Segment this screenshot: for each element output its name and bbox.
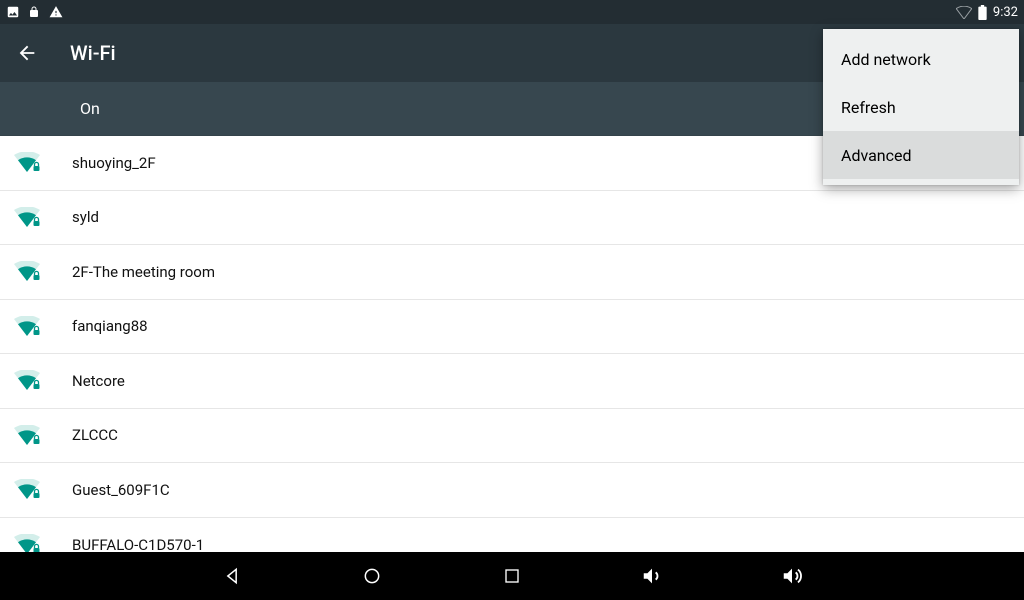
wifi-signal-icon xyxy=(14,207,72,228)
network-list[interactable]: shuoying_2Fsyld 2F-The meeting room fanqia… xyxy=(0,136,1024,552)
network-ssid: 2F-The meeting room xyxy=(72,263,215,281)
network-ssid: BUFFALO-C1D570-1 xyxy=(72,536,204,552)
network-row[interactable]: Netcore xyxy=(0,354,1024,409)
network-row[interactable]: ZLCCC xyxy=(0,409,1024,464)
nav-back-button[interactable] xyxy=(216,560,248,592)
network-ssid: Guest_609F1C xyxy=(72,481,170,499)
lock-icon xyxy=(28,5,40,19)
network-ssid: fanqiang88 xyxy=(72,317,148,335)
wifi-signal-icon xyxy=(14,534,72,552)
wifi-status-icon xyxy=(956,6,972,19)
network-ssid: syld xyxy=(72,208,99,226)
nav-volume-up-button[interactable] xyxy=(776,560,808,592)
nav-recent-button[interactable] xyxy=(496,560,528,592)
network-row[interactable]: Guest_609F1C xyxy=(0,463,1024,518)
network-ssid: shuoying_2F xyxy=(72,154,156,172)
battery-icon xyxy=(978,5,987,20)
network-ssid: ZLCCC xyxy=(72,426,118,444)
menu-item[interactable]: Add network xyxy=(823,35,1019,83)
page-title: Wi-Fi xyxy=(70,41,116,65)
menu-item[interactable]: Advanced xyxy=(823,131,1019,179)
nav-home-button[interactable] xyxy=(356,560,388,592)
network-ssid: Netcore xyxy=(72,372,125,390)
menu-item[interactable]: Refresh xyxy=(823,83,1019,131)
wifi-signal-icon xyxy=(14,261,72,282)
network-row[interactable]: 2F-The meeting room xyxy=(0,245,1024,300)
wifi-signal-icon xyxy=(14,479,72,500)
wifi-signal-icon xyxy=(14,425,72,446)
wifi-signal-icon xyxy=(14,152,72,173)
nav-volume-down-button[interactable] xyxy=(636,560,668,592)
network-row[interactable]: BUFFALO-C1D570-1 xyxy=(0,518,1024,553)
warning-icon xyxy=(48,5,64,19)
status-time: 9:32 xyxy=(993,5,1018,20)
image-icon xyxy=(6,5,20,19)
back-button[interactable] xyxy=(16,42,38,64)
wifi-signal-icon xyxy=(14,316,72,337)
network-row[interactable]: syld xyxy=(0,191,1024,246)
network-row[interactable]: fanqiang88 xyxy=(0,300,1024,355)
status-bar: 9:32 xyxy=(0,0,1024,24)
navigation-bar xyxy=(0,552,1024,600)
wifi-signal-icon xyxy=(14,370,72,391)
wifi-toggle-label: On xyxy=(80,99,100,118)
overflow-menu: Add networkRefreshAdvanced xyxy=(823,29,1019,185)
